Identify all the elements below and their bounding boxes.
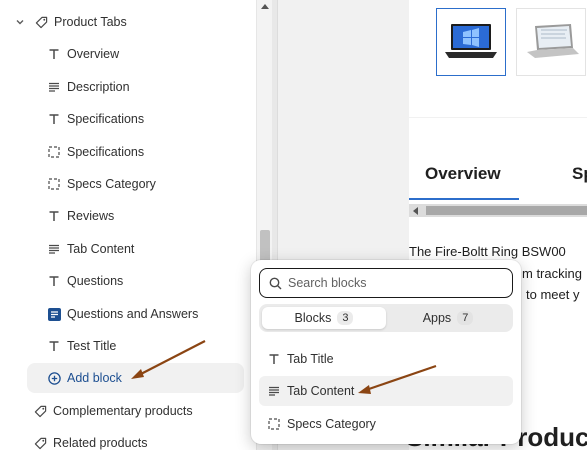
- laptop-image: [527, 24, 579, 58]
- product-tab-overview[interactable]: Overview: [425, 164, 501, 184]
- tree-item-label: Specifications: [67, 112, 145, 126]
- tag-icon: [33, 404, 47, 418]
- tree-item-label: Test Title: [67, 339, 117, 353]
- tree-item-specifications-section[interactable]: Specifications: [47, 137, 144, 167]
- tree-item-label: Related products: [53, 436, 148, 450]
- laptop-image: [445, 24, 497, 58]
- block-option-tab-content[interactable]: Tab Content: [259, 376, 513, 406]
- count-badge: 3: [337, 311, 354, 325]
- text-icon: [47, 47, 61, 61]
- tree-item-label: Questions and Answers: [67, 307, 199, 321]
- scroll-up-arrow-icon[interactable]: [261, 4, 269, 9]
- tree-item-questions[interactable]: Questions: [47, 266, 123, 296]
- dashed-box-icon: [47, 177, 61, 191]
- tree-item-tab-content[interactable]: Tab Content: [47, 234, 134, 264]
- tab-blocks[interactable]: Blocks 3: [262, 307, 386, 329]
- add-block-popover: Blocks 3 Apps 7 Tab Title Tab Content Sp…: [251, 260, 521, 444]
- product-thumbnail[interactable]: [516, 8, 586, 76]
- block-option-label: Specs Category: [287, 417, 376, 431]
- tree-item-reviews[interactable]: Reviews: [47, 201, 114, 231]
- block-option-tab-title[interactable]: Tab Title: [259, 344, 513, 374]
- tree-item-label: Questions: [67, 274, 124, 288]
- tree-item-test-title[interactable]: Test Title: [47, 331, 116, 361]
- block-option-specs-category[interactable]: Specs Category: [259, 409, 513, 439]
- block-option-label: Tab Content: [287, 384, 355, 398]
- product-description-text: The Fire-Boltt Ring BSW00: [409, 244, 566, 259]
- scroll-left-arrow-icon[interactable]: [413, 207, 418, 215]
- tree-item-product-tabs[interactable]: Product Tabs: [14, 7, 127, 37]
- paragraph-icon: [47, 242, 61, 256]
- chevron-down-icon[interactable]: [14, 16, 26, 28]
- block-type-tabs: Blocks 3 Apps 7: [259, 304, 513, 332]
- tree-item-label: Reviews: [67, 209, 115, 223]
- tree-item-label: Overview: [67, 47, 120, 61]
- tag-icon: [34, 15, 48, 29]
- tree-item-complementary-products[interactable]: Complementary products: [33, 396, 193, 426]
- horizontal-scrollbar-thumb[interactable]: [426, 206, 587, 215]
- tab-label: Apps: [422, 311, 452, 325]
- dashed-box-icon: [267, 417, 281, 431]
- tree-item-questions-and-answers[interactable]: Questions and Answers: [47, 299, 198, 329]
- tree-item-label: Complementary products: [53, 404, 193, 418]
- tree-item-related-products[interactable]: Related products: [33, 428, 148, 450]
- search-blocks-field[interactable]: [259, 268, 513, 298]
- text-icon: [47, 274, 61, 288]
- count-badge: 7: [457, 311, 474, 325]
- text-icon: [267, 352, 281, 366]
- tree-item-label: Tab Content: [67, 242, 135, 256]
- app-icon: [47, 307, 61, 321]
- paragraph-icon: [267, 384, 281, 398]
- tree-item-label: Specifications: [67, 145, 145, 159]
- active-tab-indicator: [409, 198, 519, 200]
- text-icon: [47, 112, 61, 126]
- text-icon: [47, 209, 61, 223]
- product-thumbnail[interactable]: [436, 8, 506, 76]
- product-description-text: m tracking: [522, 266, 582, 281]
- search-icon: [269, 277, 282, 290]
- tree-item-specifications[interactable]: Specifications: [47, 104, 144, 134]
- tree-item-overview[interactable]: Overview: [47, 39, 119, 69]
- product-gallery: [409, 0, 587, 118]
- text-icon: [47, 339, 61, 353]
- tree-item-specs-category[interactable]: Specs Category: [47, 169, 156, 199]
- tag-icon: [33, 436, 47, 450]
- paragraph-icon: [47, 80, 61, 94]
- block-option-label: Tab Title: [287, 352, 334, 366]
- tree-item-label: Specs Category: [67, 177, 156, 191]
- add-block-button[interactable]: Add block: [47, 363, 122, 393]
- product-tab-next[interactable]: Sp: [572, 164, 587, 184]
- add-circle-icon: [47, 371, 61, 385]
- dashed-box-icon: [47, 145, 61, 159]
- block-tree-sidebar: Product Tabs Overview Description Specif…: [0, 0, 256, 450]
- tab-apps[interactable]: Apps 7: [386, 307, 510, 329]
- tree-item-description[interactable]: Description: [47, 72, 130, 102]
- tree-item-label: Description: [67, 80, 130, 94]
- product-description-text: to meet y: [526, 287, 580, 302]
- tab-label: Blocks: [294, 311, 332, 325]
- search-blocks-input[interactable]: [288, 276, 488, 290]
- add-block-label: Add block: [67, 371, 122, 385]
- tree-item-label: Product Tabs: [54, 15, 127, 29]
